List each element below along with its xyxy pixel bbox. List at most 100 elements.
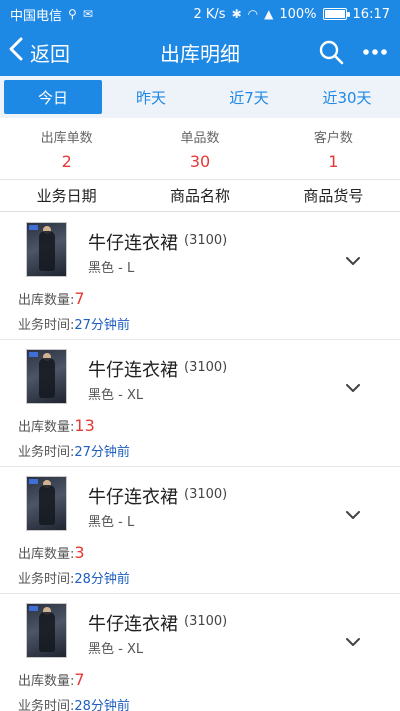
quantity-label: 出库数量: <box>18 674 75 689</box>
network-speed: 2 K/s <box>193 6 226 22</box>
summary-stat: 出库单数 2 <box>0 118 133 179</box>
tab-1[interactable]: 昨天 <box>102 80 200 114</box>
brand-tag <box>29 225 38 230</box>
column-header: 业务日期 商品名称 商品货号 <box>0 180 400 212</box>
business-time-row: 业务时间: 28分钟前 <box>18 568 130 587</box>
dress-figure <box>39 231 55 271</box>
quantity-value: 7 <box>74 289 85 308</box>
quantity-label: 出库数量: <box>18 293 75 308</box>
business-time-row: 业务时间: 27分钟前 <box>18 314 130 333</box>
tab-2[interactable]: 近7天 <box>200 80 298 114</box>
product-code: (3100) <box>184 614 228 629</box>
business-time-label: 业务时间: <box>18 318 75 333</box>
quantity-label: 出库数量: <box>18 420 75 435</box>
quantity-value: 7 <box>74 670 85 689</box>
quantity-value: 3 <box>74 543 85 562</box>
chevron-down-icon <box>346 510 360 519</box>
date-tabs: 今日 昨天 近7天 近30天 <box>4 80 396 114</box>
list-item[interactable]: 牛仔连衣裙 (3100) 黑色 - L 出库数量: 7 业务时间: 27分钟前 <box>0 213 400 340</box>
chevron-down-icon <box>346 637 360 646</box>
product-spec: 黑色 - XL <box>88 642 144 657</box>
more-button[interactable] <box>360 37 390 67</box>
search-icon <box>319 40 344 65</box>
tab-3[interactable]: 近30天 <box>298 80 396 114</box>
quantity-label: 出库数量: <box>18 547 75 562</box>
product-thumbnail <box>26 603 67 658</box>
product-spec: 黑色 - L <box>88 261 135 276</box>
product-thumbnail <box>26 476 67 531</box>
summary-stat-value: 1 <box>328 151 339 171</box>
business-time-label: 业务时间: <box>18 572 75 587</box>
product-spec: 黑色 - XL <box>88 388 144 403</box>
product-name: 牛仔连衣裙 <box>88 360 178 381</box>
list-item[interactable]: 牛仔连衣裙 (3100) 黑色 - L 出库数量: 3 业务时间: 28分钟前 <box>0 467 400 594</box>
dress-figure <box>39 612 55 652</box>
usb-icon: ⚲ <box>68 7 77 21</box>
summary-stats: 出库单数 2 单品数 30 客户数 1 <box>0 118 400 180</box>
quantity-value: 13 <box>74 416 95 435</box>
summary-stat-value: 30 <box>189 151 211 171</box>
business-time-row: 业务时间: 27分钟前 <box>18 441 130 460</box>
brand-tag <box>29 352 38 357</box>
business-time-row: 业务时间: 28分钟前 <box>18 695 130 711</box>
carrier-label: 中国电信 <box>10 8 63 24</box>
brand-tag <box>29 606 38 611</box>
business-time-value: 27分钟前 <box>74 445 130 460</box>
battery-icon <box>322 8 350 20</box>
summary-stat-label: 出库单数 <box>40 130 93 146</box>
search-button[interactable] <box>316 37 346 67</box>
chevron-left-icon <box>8 37 24 66</box>
business-time-label: 业务时间: <box>18 445 75 460</box>
business-time-value: 28分钟前 <box>74 699 130 711</box>
column-header-cell[interactable]: 商品名称 <box>133 185 266 206</box>
product-name: 牛仔连衣裙 <box>88 614 178 635</box>
battery-percent: 100% <box>279 6 317 22</box>
product-spec: 黑色 - L <box>88 515 135 530</box>
summary-stat-label: 客户数 <box>313 130 353 146</box>
tab-0[interactable]: 今日 <box>4 80 102 114</box>
back-button[interactable]: 返回 <box>0 28 70 76</box>
summary-stat-label: 单品数 <box>180 130 220 146</box>
product-code: (3100) <box>184 233 228 248</box>
chevron-down-icon <box>346 256 360 265</box>
summary-stat: 客户数 1 <box>267 118 400 179</box>
product-code: (3100) <box>184 487 228 502</box>
dress-figure <box>39 358 55 398</box>
product-code: (3100) <box>184 360 228 375</box>
notification-icon: ✉ <box>82 7 93 21</box>
quantity-row: 出库数量: 3 <box>18 543 85 562</box>
expand-button[interactable] <box>342 253 364 269</box>
wifi-icon: ◠ <box>247 7 259 21</box>
summary-stat-value: 2 <box>61 151 72 171</box>
business-time-value: 27分钟前 <box>74 318 130 333</box>
column-header-cell[interactable]: 业务日期 <box>0 185 133 206</box>
signal-icon: ▲ <box>264 7 274 21</box>
brand-tag <box>29 479 38 484</box>
product-name: 牛仔连衣裙 <box>88 487 178 508</box>
product-name: 牛仔连衣裙 <box>88 233 178 254</box>
more-icon <box>363 49 387 55</box>
column-header-cell[interactable]: 商品货号 <box>267 185 400 206</box>
quantity-row: 出库数量: 7 <box>18 670 85 689</box>
expand-button[interactable] <box>342 380 364 396</box>
status-bar: 中国电信 ⚲ ✉ 2 K/s ✱ ◠ ▲ 100% 16:17 <box>0 0 400 28</box>
bluetooth-icon: ✱ <box>231 7 242 21</box>
expand-button[interactable] <box>342 634 364 650</box>
list-item[interactable]: 牛仔连衣裙 (3100) 黑色 - XL 出库数量: 7 业务时间: 28分钟前 <box>0 594 400 711</box>
business-time-value: 28分钟前 <box>74 572 130 587</box>
product-thumbnail <box>26 222 67 277</box>
product-thumbnail <box>26 349 67 404</box>
quantity-row: 出库数量: 7 <box>18 289 85 308</box>
back-label: 返回 <box>30 41 70 66</box>
chevron-down-icon <box>346 383 360 392</box>
expand-button[interactable] <box>342 507 364 523</box>
dress-figure <box>39 485 55 525</box>
stock-out-list: 牛仔连衣裙 (3100) 黑色 - L 出库数量: 7 业务时间: 27分钟前 牛仔连衣裙 (3… <box>0 213 400 711</box>
business-time-label: 业务时间: <box>18 699 75 711</box>
date-filter-bar: 今日 昨天 近7天 近30天 <box>0 76 400 118</box>
app-bar: 返回 出库明细 <box>0 28 400 76</box>
list-item[interactable]: 牛仔连衣裙 (3100) 黑色 - XL 出库数量: 13 业务时间: 27分钟前 <box>0 340 400 467</box>
clock: 16:17 <box>352 6 390 22</box>
quantity-row: 出库数量: 13 <box>18 416 95 435</box>
summary-stat: 单品数 30 <box>133 118 266 179</box>
